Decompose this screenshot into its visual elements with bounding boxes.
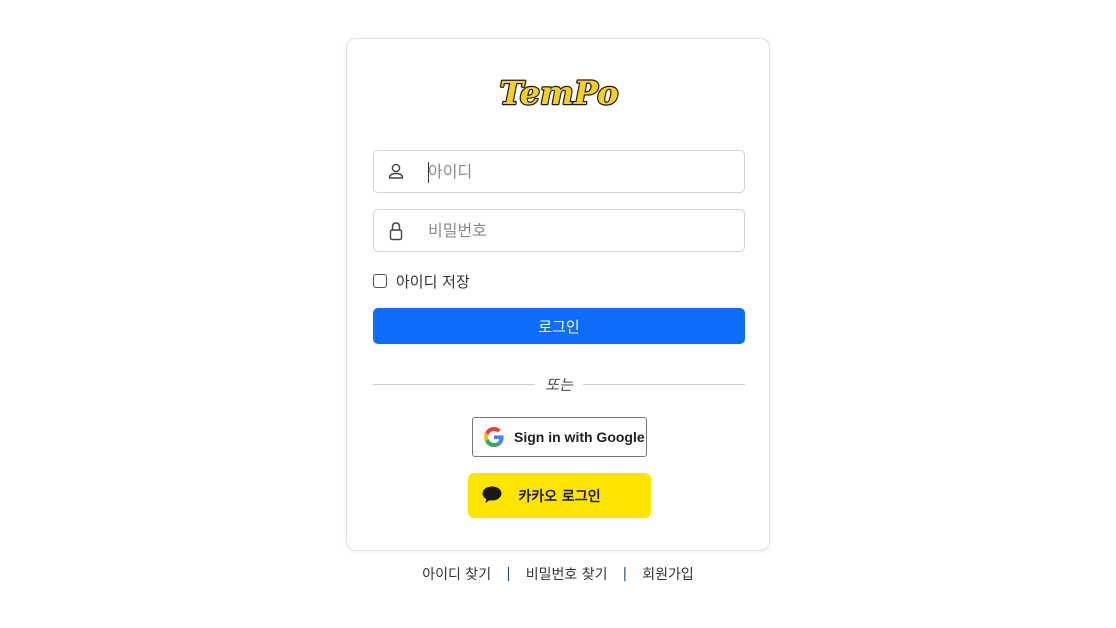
footer-links: 아이디 찾기 | 비밀번호 찾기 | 회원가입 <box>346 564 770 584</box>
or-divider: 또는 <box>373 374 745 396</box>
lock-icon <box>389 222 403 241</box>
google-signin-label: Sign in with Google <box>514 429 645 445</box>
kakao-login-label: 카카오 로그인 <box>518 489 601 505</box>
kakao-login-button[interactable]: 카카오 로그인 <box>468 473 651 518</box>
google-signin-button[interactable]: Sign in with Google <box>472 417 647 457</box>
find-password-link[interactable]: 비밀번호 찾기 <box>526 564 608 584</box>
signup-link[interactable]: 회원가입 <box>642 564 694 584</box>
login-card: TemPo 아이디 저장 로그인 또는 Sign in with G <box>346 38 770 551</box>
footer-separator: | <box>506 566 511 582</box>
user-icon <box>388 163 404 179</box>
find-id-link[interactable]: 아이디 찾기 <box>422 564 491 584</box>
footer-separator: | <box>622 566 628 582</box>
divider-line-right <box>583 384 745 385</box>
remember-id-label: 아이디 저장 <box>396 272 470 291</box>
login-button[interactable]: 로그인 <box>373 308 745 344</box>
google-icon <box>484 427 504 447</box>
id-input[interactable] <box>428 151 728 192</box>
remember-id-option[interactable]: 아이디 저장 <box>373 271 470 291</box>
password-input[interactable] <box>428 210 728 251</box>
id-field[interactable] <box>373 150 745 193</box>
tempo-logo: TemPo <box>498 73 619 113</box>
remember-id-checkbox[interactable] <box>373 274 387 288</box>
logo-text: TemPo <box>500 74 619 112</box>
password-field[interactable] <box>373 209 745 252</box>
